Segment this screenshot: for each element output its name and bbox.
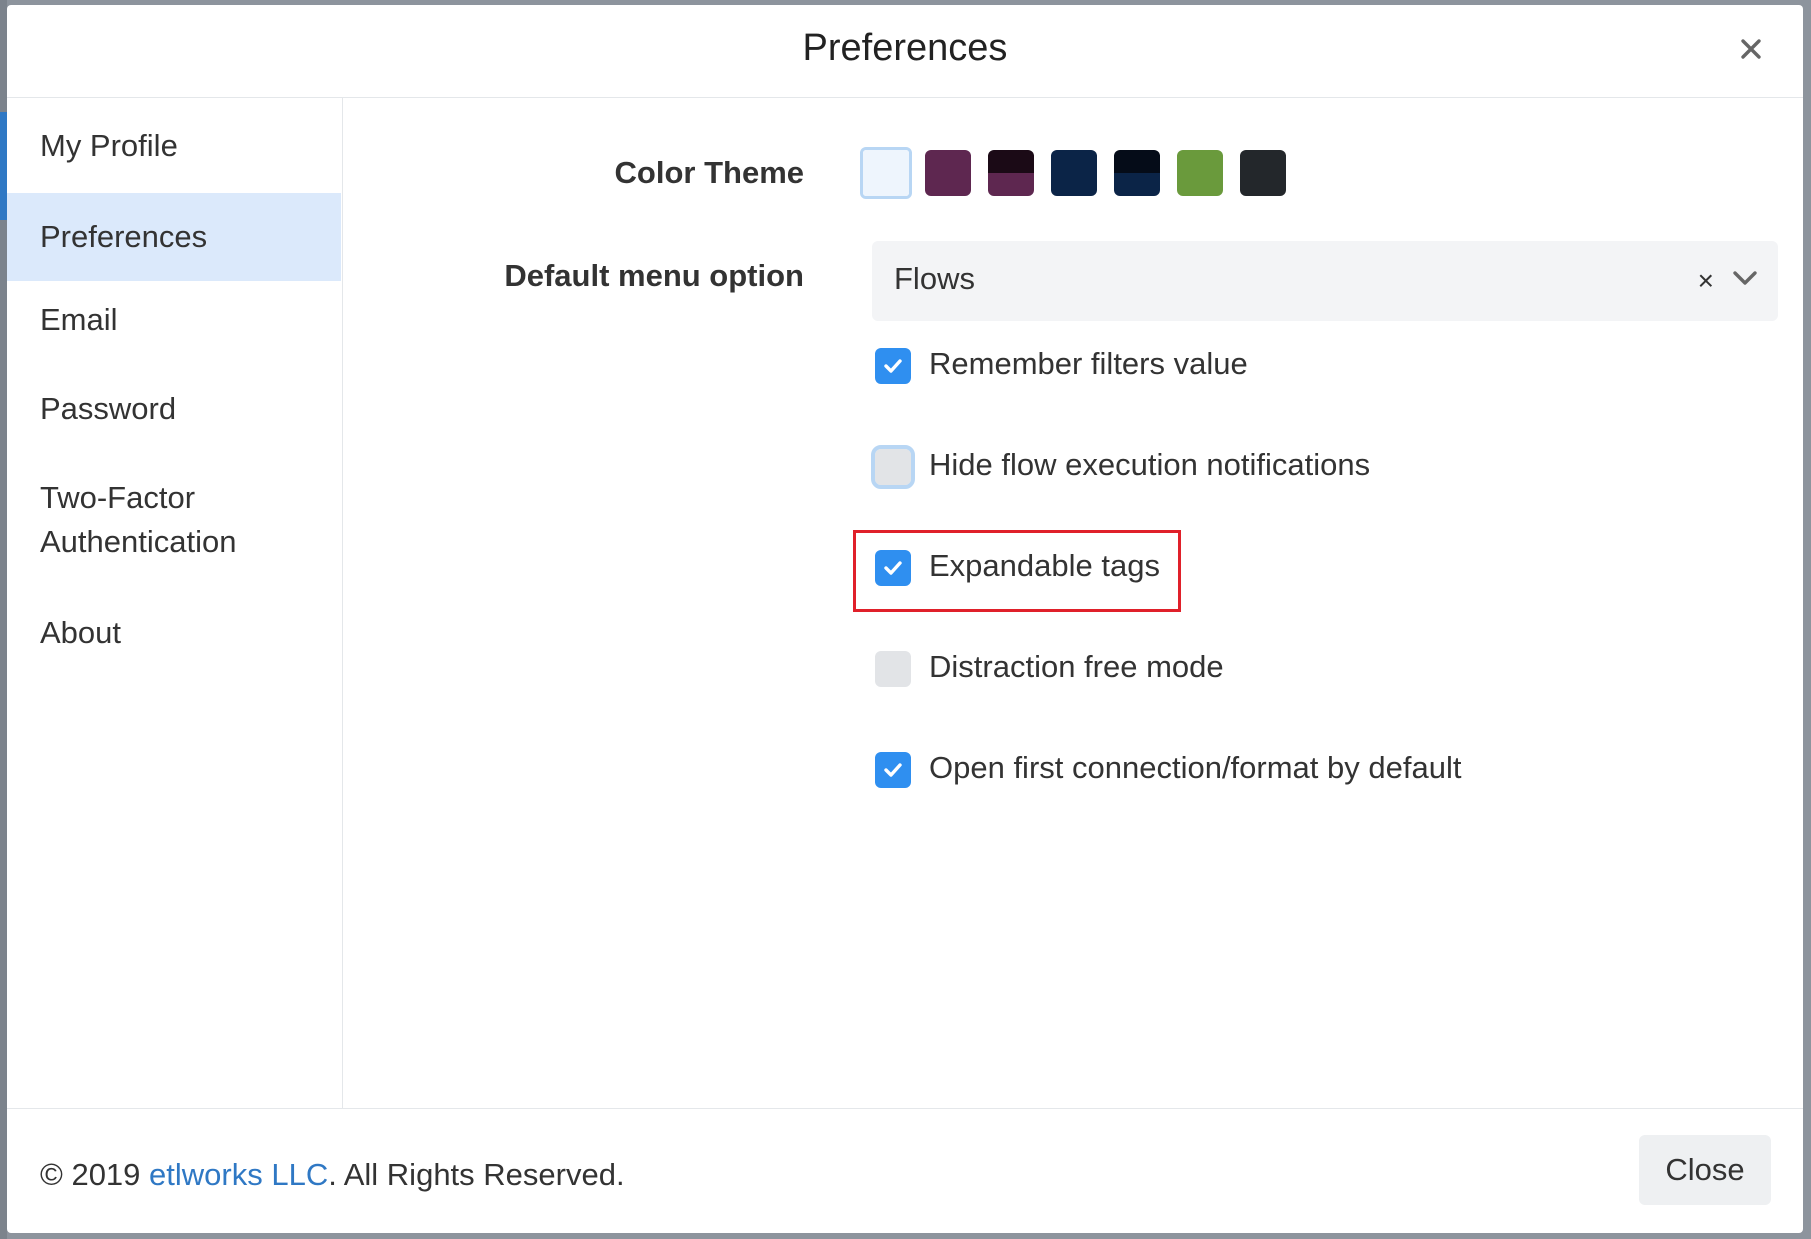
- sidebar: My Profile Preferences Email Password Tw…: [7, 98, 343, 1108]
- backdrop-accent: [0, 112, 7, 220]
- sidebar-item-label: Two-Factor: [40, 480, 196, 515]
- sidebar-item-label: My Profile: [40, 128, 178, 163]
- chevron-down-icon[interactable]: [1732, 269, 1758, 292]
- checkbox-label: Expandable tags: [929, 548, 1160, 583]
- color-swatch-charcoal[interactable]: [1240, 150, 1286, 196]
- clear-icon[interactable]: ×: [1698, 265, 1714, 297]
- sidebar-item-label: Preferences: [40, 219, 208, 254]
- default-menu-label: Default menu option: [504, 258, 804, 293]
- color-swatch-plum[interactable]: [925, 150, 971, 196]
- swatch-top: [1051, 150, 1097, 173]
- color-theme-label: Color Theme: [614, 155, 804, 190]
- checkbox-unchecked[interactable]: [871, 445, 915, 489]
- swatch-bottom: [1114, 173, 1160, 196]
- modal-title: Preferences: [802, 27, 1008, 69]
- swatch-top: [925, 150, 971, 173]
- swatch-top: [1240, 150, 1286, 173]
- swatch-bottom: [863, 173, 909, 196]
- swatch-top: [863, 150, 909, 173]
- preferences-modal: Preferences My Profile Preferences Email…: [7, 5, 1803, 1233]
- checkbox-label: Hide flow execution notifications: [929, 447, 1371, 482]
- checkbox-checked[interactable]: [875, 752, 911, 788]
- checkbox-label: Distraction free mode: [929, 649, 1224, 684]
- swatch-bottom: [1177, 173, 1223, 196]
- swatch-top: [988, 150, 1034, 173]
- sidebar-item-two-factor[interactable]: Two-Factor Authentication: [7, 462, 341, 572]
- modal-header: Preferences: [7, 5, 1803, 98]
- sidebar-item-password[interactable]: Password: [7, 373, 341, 449]
- modal-footer: © 2019 etlworks LLC. All Rights Reserved…: [7, 1108, 1803, 1233]
- default-menu-select[interactable]: Flows ×: [872, 241, 1778, 321]
- swatch-top: [1114, 150, 1160, 173]
- swatch-bottom: [1051, 173, 1097, 196]
- color-swatch-plum-dark[interactable]: [988, 150, 1034, 196]
- sidebar-item-label-line2: Authentication: [40, 524, 237, 559]
- copyright-suffix: . All Rights Reserved.: [328, 1157, 625, 1192]
- checkbox-label: Open first connection/format by default: [929, 750, 1462, 785]
- swatch-bottom: [925, 173, 971, 196]
- color-swatch-navy-dark[interactable]: [1114, 150, 1160, 196]
- swatch-top: [1177, 150, 1223, 173]
- checkbox-checked[interactable]: [875, 550, 911, 586]
- checkbox-unchecked[interactable]: [875, 651, 911, 687]
- color-swatch-light[interactable]: [860, 147, 912, 199]
- company-link[interactable]: etlworks LLC: [149, 1157, 328, 1192]
- default-menu-value: Flows: [894, 261, 975, 296]
- close-button[interactable]: Close: [1639, 1135, 1771, 1205]
- copyright-text: © 2019 etlworks LLC. All Rights Reserved…: [40, 1157, 625, 1193]
- color-swatch-navy[interactable]: [1051, 150, 1097, 196]
- sidebar-item-label: About: [40, 615, 122, 650]
- sidebar-item-email[interactable]: Email: [7, 284, 341, 360]
- checkbox-checked[interactable]: [875, 348, 911, 384]
- swatch-bottom: [1240, 173, 1286, 196]
- backdrop: [0, 0, 7, 1239]
- sidebar-item-label: Email: [40, 302, 118, 337]
- close-icon[interactable]: [1735, 33, 1767, 65]
- checkbox-label: Remember filters value: [929, 346, 1248, 381]
- copyright-prefix: © 2019: [40, 1157, 150, 1192]
- swatch-bottom: [988, 173, 1034, 196]
- sidebar-item-label: Password: [40, 391, 177, 426]
- color-swatch-green[interactable]: [1177, 150, 1223, 196]
- sidebar-item-about[interactable]: About: [7, 597, 341, 673]
